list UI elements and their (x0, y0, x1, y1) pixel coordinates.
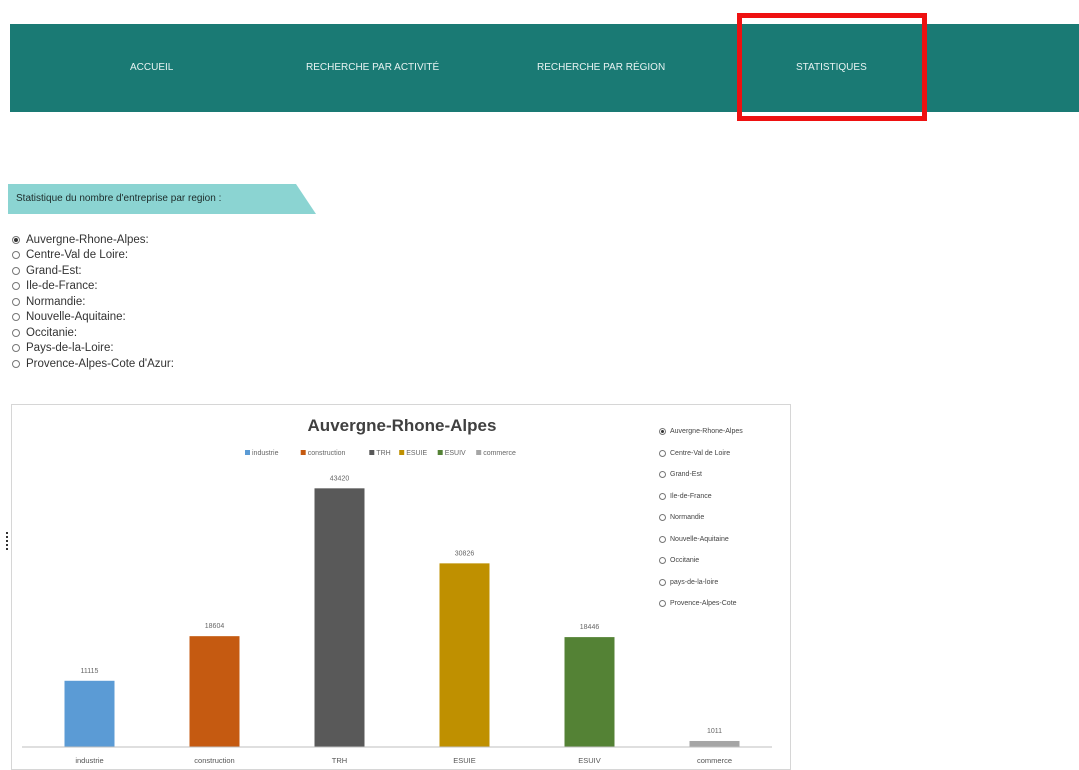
legend-label: industrie (252, 450, 279, 457)
chart-bar (689, 740, 740, 747)
bar-data-label: 43420 (330, 475, 350, 482)
statistiques-highlight-box (737, 13, 927, 121)
chart-panel: Auvergne-Rhone-Alpes industrie constructio… (11, 404, 791, 770)
region-option[interactable]: Pays-de-la-Loire: (12, 341, 174, 357)
region-option-label: Centre-Val de Loire: (26, 249, 129, 262)
bar-data-label: 18604 (205, 623, 225, 630)
region-option-label: Auvergne-Rhone-Alpes (670, 428, 743, 436)
legend-swatch (476, 450, 482, 455)
radio-button[interactable] (12, 344, 20, 353)
region-option[interactable]: Auvergne-Rhone-Alpes (659, 421, 743, 443)
radio-button[interactable] (12, 282, 20, 291)
radio-button[interactable] (659, 514, 666, 522)
radio-button[interactable] (659, 471, 666, 479)
legend-swatch (369, 450, 375, 455)
region-option[interactable]: Ile-de-France (659, 486, 743, 508)
nav-link-accueil[interactable]: ACCUEIL (130, 24, 173, 112)
radio-button[interactable] (659, 535, 666, 543)
section-title: Statistique du nombre d'entreprise par r… (16, 193, 222, 204)
legend-swatch (399, 450, 405, 455)
region-option-label: Centre-Val de Loire (670, 449, 731, 457)
region-option-label: Normandie (670, 514, 705, 522)
x-tick-label: ESUIV (578, 756, 601, 765)
region-option[interactable]: Auvergne-Rhone-Alpes: (12, 232, 174, 248)
region-option-label: Pays-de-la-Loire: (26, 342, 114, 355)
region-option[interactable]: Normandie: (12, 294, 174, 310)
bar-data-label: 18446 (580, 624, 600, 631)
region-option-label: Nouvelle-Aquitaine: (26, 311, 126, 324)
region-option-label: pays-de-la-loire (670, 578, 719, 586)
chart-bar (564, 637, 615, 747)
region-option-label: Grand-Est (670, 471, 702, 479)
region-option[interactable]: Grand-Est: (12, 263, 174, 279)
region-option-label: Provence-Alpes-Cote d'Azur: (26, 357, 174, 370)
radio-button[interactable] (12, 313, 20, 322)
legend-swatch (300, 450, 306, 455)
chart-bar (439, 563, 490, 747)
region-option-label: Occitanie: (26, 326, 78, 339)
x-tick-label: construction (194, 756, 234, 765)
region-option[interactable]: Normandie (659, 507, 743, 529)
region-option[interactable]: Centre-Val de Loire (659, 443, 743, 465)
radio-button[interactable] (12, 251, 20, 260)
region-option[interactable]: Grand-Est (659, 464, 743, 486)
edge-marker (6, 532, 10, 550)
bar-data-label: 11115 (81, 668, 99, 675)
region-option-label: Normandie: (26, 295, 86, 308)
x-tick-label: commerce (697, 756, 732, 765)
region-option-label: Auvergne-Rhone-Alpes: (26, 233, 149, 246)
legend-swatch (245, 450, 250, 455)
region-option-label: Occitanie (670, 557, 700, 565)
region-option[interactable]: pays-de-la-loire (659, 572, 743, 594)
region-option[interactable]: Ile-de-France: (12, 279, 174, 295)
chart-bar (314, 488, 365, 747)
nav-link-recherche-region[interactable]: RECHERCHE PAR RÉGION (537, 24, 665, 112)
radio-button[interactable] (659, 578, 666, 586)
x-tick-label: industrie (75, 756, 103, 765)
legend-label: ESUIV (445, 450, 466, 457)
region-option[interactable]: Nouvelle-Aquitaine (659, 529, 743, 551)
x-tick-label: ESUIE (453, 756, 476, 765)
legend-swatch (437, 450, 443, 455)
section-title-banner: Statistique du nombre d'entreprise par r… (8, 184, 316, 214)
radio-button[interactable] (12, 328, 20, 337)
region-option[interactable]: Provence-Alpes-Cote (659, 593, 743, 615)
radio-button-checked[interactable] (659, 428, 666, 436)
region-option[interactable]: Occitanie: (12, 325, 174, 341)
nav-link-recherche-activite[interactable]: RECHERCHE PAR ACTIVITÉ (306, 24, 439, 112)
region-option-label: Ile-de-France (670, 492, 712, 500)
radio-button-checked[interactable] (12, 235, 20, 244)
region-option-label: Ile-de-France: (26, 280, 98, 293)
chart-title: Auvergne-Rhone-Alpes (308, 416, 497, 435)
bar-data-label: 30826 (455, 550, 475, 557)
region-option[interactable]: Provence-Alpes-Cote d'Azur: (12, 356, 174, 372)
x-tick-label: TRH (332, 756, 347, 765)
region-option-label: Grand-Est: (26, 264, 82, 277)
region-option[interactable]: Occitanie (659, 550, 743, 572)
legend-label: TRH (376, 450, 390, 457)
radio-button[interactable] (12, 359, 20, 368)
chart-bar (189, 636, 240, 747)
radio-button[interactable] (659, 449, 666, 457)
region-option-label: Provence-Alpes-Cote (670, 600, 737, 608)
radio-button[interactable] (659, 492, 666, 500)
legend-label: construction (308, 450, 346, 457)
bar-data-label: 1011 (707, 728, 722, 735)
radio-button[interactable] (659, 557, 666, 565)
region-option-label: Nouvelle-Aquitaine (670, 535, 729, 543)
legend-label: commerce (483, 450, 516, 457)
radio-button[interactable] (659, 600, 666, 608)
region-option[interactable]: Nouvelle-Aquitaine: (12, 310, 174, 326)
radio-button[interactable] (12, 266, 20, 275)
region-option[interactable]: Centre-Val de Loire: (12, 248, 174, 264)
radio-button[interactable] (12, 297, 20, 306)
chart-region-radio-list: Auvergne-Rhone-Alpes Centre-Val de Loire G… (659, 421, 743, 615)
region-radio-list: Auvergne-Rhone-Alpes: Centre-Val de Loire… (12, 232, 174, 372)
chart-bar (64, 680, 115, 747)
legend-label: ESUIE (406, 450, 427, 457)
